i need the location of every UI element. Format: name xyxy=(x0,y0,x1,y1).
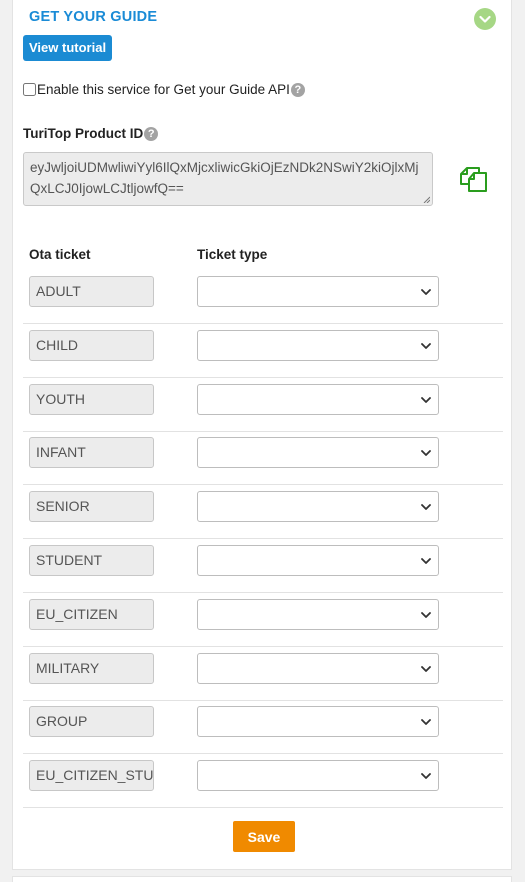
ticket-type-select[interactable] xyxy=(197,491,439,523)
table-row: SENIOR xyxy=(23,485,503,540)
chevron-down-icon xyxy=(421,396,431,403)
table-row: EU_CITIZEN xyxy=(23,593,503,647)
product-id-label-row: TuriTop Product ID ? xyxy=(23,126,159,141)
ticket-type-select[interactable] xyxy=(197,545,439,576)
ota-ticket-field: SENIOR xyxy=(29,491,154,523)
resize-grip-icon[interactable] xyxy=(423,196,430,203)
ota-ticket-field: CHILD xyxy=(29,329,154,361)
view-tutorial-button[interactable]: View tutorial xyxy=(23,35,113,61)
ticket-type-select[interactable] xyxy=(197,276,439,307)
enable-service-row[interactable]: Enable this service for Get your Guide A… xyxy=(23,82,305,97)
chevron-down-icon xyxy=(421,558,431,564)
ota-ticket-field: ADULT xyxy=(29,276,154,307)
ota-ticket-field: STUDENT xyxy=(29,545,154,576)
ota-ticket-header: Ota ticket xyxy=(29,247,91,262)
product-id-value: eyJwljoiUDMwliwiYyl6IlQxMjcxliwicGkiOjEz… xyxy=(30,160,419,196)
ota-ticket-field: EU_CITIZEN_STUDENT xyxy=(29,760,154,792)
chevron-down-icon xyxy=(421,289,431,295)
help-icon[interactable]: ? xyxy=(290,82,305,97)
ticket-type-select[interactable] xyxy=(197,598,439,630)
ota-ticket-field: MILITARY xyxy=(29,652,154,684)
ticket-type-select[interactable] xyxy=(197,652,439,684)
chevron-down-icon xyxy=(421,342,431,349)
chevron-down-icon xyxy=(421,773,431,780)
copy-icon[interactable] xyxy=(458,164,488,192)
ticket-type-header: Ticket type xyxy=(197,247,268,262)
ticket-type-select[interactable] xyxy=(197,706,439,738)
next-panel-edge xyxy=(12,876,512,882)
ticket-type-select[interactable] xyxy=(197,760,439,792)
table-row: MILITARY xyxy=(23,647,503,701)
save-button[interactable]: Save xyxy=(233,821,295,852)
table-row: STUDENT xyxy=(23,539,503,593)
ticket-type-select[interactable] xyxy=(197,383,439,415)
enable-service-checkbox[interactable] xyxy=(23,83,36,96)
chevron-down-icon xyxy=(421,611,431,618)
ticket-type-select[interactable] xyxy=(197,329,439,361)
ota-ticket-field: INFANT xyxy=(29,437,154,469)
table-row: CHILD xyxy=(23,324,503,378)
ticket-type-select[interactable] xyxy=(197,437,439,469)
table-row: INFANT xyxy=(23,431,503,486)
table-row: ADULT xyxy=(23,270,503,324)
product-id-field[interactable]: eyJwljoiUDMwliwiYyl6IlQxMjcxliwicGkiOjEz… xyxy=(23,152,433,206)
table-row: EU_CITIZEN_STUDENT xyxy=(23,754,503,809)
table-row: GROUP xyxy=(23,700,503,755)
product-id-label: TuriTop Product ID xyxy=(23,126,144,141)
help-icon[interactable]: ? xyxy=(144,126,159,141)
chevron-down-icon xyxy=(421,665,431,672)
ota-ticket-field: GROUP xyxy=(29,706,154,738)
chevron-down-icon xyxy=(421,450,431,457)
gyg-settings-panel: GET YOUR GUIDE View tutorial Enable this… xyxy=(12,0,512,870)
table-row: YOUTH xyxy=(23,378,503,432)
check-circle-icon[interactable] xyxy=(474,8,496,30)
ota-ticket-field: EU_CITIZEN xyxy=(29,598,154,630)
ota-ticket-field: YOUTH xyxy=(29,383,154,415)
chevron-down-icon xyxy=(421,719,431,726)
chevron-down-icon xyxy=(421,504,431,511)
section-title: GET YOUR GUIDE xyxy=(29,9,158,25)
enable-service-label: Enable this service for Get your Guide A… xyxy=(37,82,290,97)
